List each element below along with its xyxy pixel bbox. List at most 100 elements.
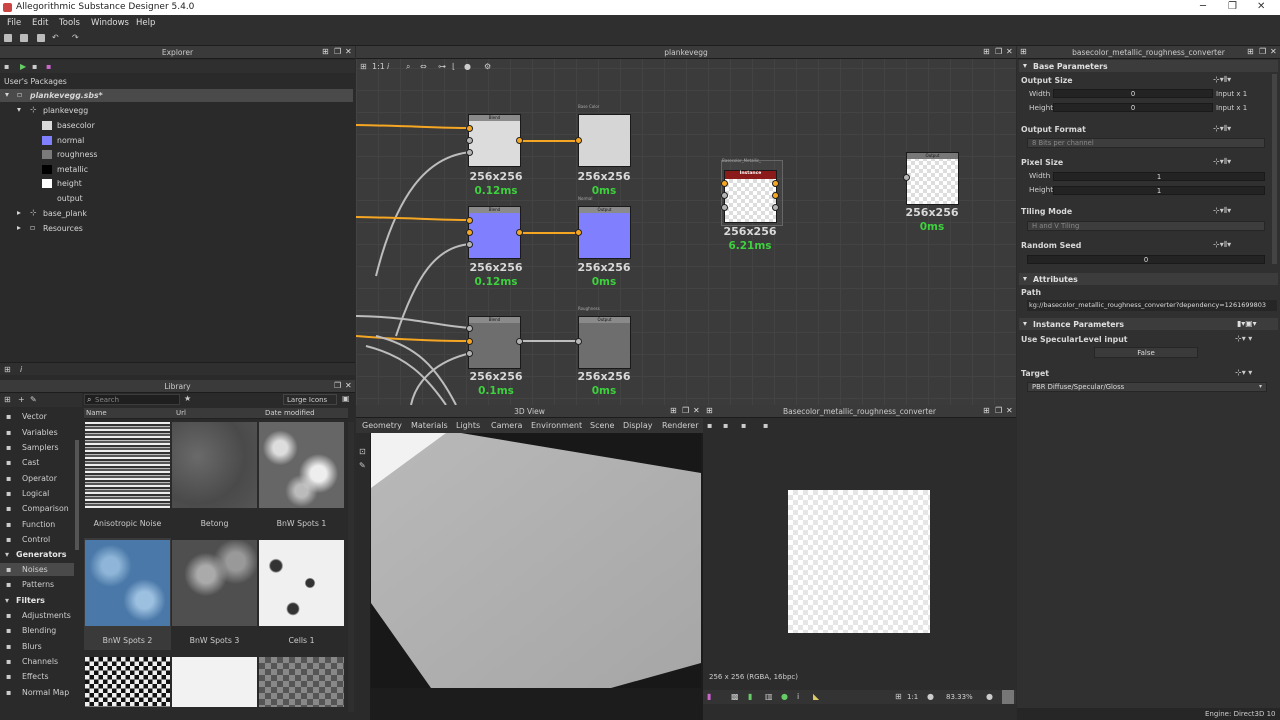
maximize-button[interactable]: ❐ xyxy=(1228,1,1237,12)
library-plus-icon[interactable]: + xyxy=(18,395,25,404)
output-basecolor[interactable]: basecolor xyxy=(57,121,95,135)
resources-expand-icon[interactable]: ▸ xyxy=(17,223,21,237)
view3d-light-icon[interactable]: ✎ xyxy=(359,461,366,470)
green-dot-icon[interactable]: ● xyxy=(781,692,788,701)
view3d-float-icon[interactable]: ❐ xyxy=(682,406,689,415)
port-in-8[interactable] xyxy=(903,174,910,181)
node-output-basecolor[interactable] xyxy=(578,114,631,167)
category-control[interactable]: Control xyxy=(22,535,50,544)
save-icon[interactable] xyxy=(37,34,45,42)
category-effects[interactable]: Effects xyxy=(22,672,49,681)
instance-params-tools-icon[interactable]: ▮▾▣▾ xyxy=(1237,319,1257,328)
view3d-menu-materials[interactable]: Materials xyxy=(411,421,448,430)
properties-float-icon[interactable]: ❐ xyxy=(1259,47,1266,56)
specular-toggle-button[interactable]: False xyxy=(1094,347,1198,358)
instance-parameters-section[interactable]: ▾ Instance Parameters ▮▾▣▾ xyxy=(1019,318,1278,330)
fit-view-icon[interactable]: ⊞ xyxy=(895,692,902,701)
base-params-collapse-icon[interactable]: ▾ xyxy=(1023,61,1027,70)
random-seed-slider[interactable]: 0 xyxy=(1027,255,1265,264)
category-adjustments[interactable]: Adjustments xyxy=(22,611,71,620)
info-toggle-icon[interactable]: i xyxy=(797,692,799,701)
play-icon[interactable]: ▶ xyxy=(20,62,26,71)
properties-close-icon[interactable]: ✕ xyxy=(1270,47,1277,56)
category-scrollbar[interactable] xyxy=(75,440,79,550)
output-width-slider[interactable]: 0 xyxy=(1053,89,1213,98)
new-icon[interactable] xyxy=(4,34,12,42)
attributes-collapse-icon[interactable]: ▾ xyxy=(1023,274,1027,283)
view-mode-icon[interactable]: ▣ xyxy=(342,394,350,403)
node-output-normal[interactable]: Output xyxy=(578,206,631,259)
category-operator[interactable]: Operator xyxy=(22,474,57,483)
view2d-close-icon[interactable]: ✕ xyxy=(1006,406,1013,415)
port-in-1c[interactable] xyxy=(466,149,473,156)
category-samplers[interactable]: Samplers xyxy=(22,443,59,452)
view3d-menu-display[interactable]: Display xyxy=(623,421,653,430)
tiling-mode-link-icon[interactable]: ⊹▾⫴▾ xyxy=(1213,206,1231,216)
menu-help[interactable]: Help xyxy=(136,18,155,28)
view2d-copy-icon[interactable]: ▪ xyxy=(741,421,746,430)
properties-pin-icon[interactable]: ⊞ xyxy=(1247,47,1254,56)
texture-preview[interactable] xyxy=(788,490,930,633)
view3d-viewport[interactable] xyxy=(371,433,701,688)
thumb-cells-1[interactable] xyxy=(259,540,344,626)
view2d-float-icon[interactable]: ❐ xyxy=(995,406,1002,415)
view3d-pin-icon[interactable]: ⊞ xyxy=(670,406,677,415)
port-in-5c[interactable] xyxy=(466,350,473,357)
view3d-select-icon[interactable]: ⊡ xyxy=(359,447,366,456)
port-out-7b[interactable] xyxy=(772,192,779,199)
thumb-bnw-spots-1[interactable] xyxy=(259,422,344,508)
port-in-1b[interactable] xyxy=(466,137,473,144)
library-close-icon[interactable]: ✕ xyxy=(345,381,352,390)
output-normal[interactable]: normal xyxy=(57,136,84,150)
node-output-final[interactable]: Output xyxy=(906,152,959,205)
col-date[interactable]: Date modified xyxy=(265,409,315,417)
filters-heading[interactable]: Filters xyxy=(16,596,45,605)
target-link-icon[interactable]: ⊹▾ ▾ xyxy=(1235,368,1252,377)
histogram-icon[interactable]: ▥ xyxy=(765,692,773,701)
port-in-5a[interactable] xyxy=(466,325,473,332)
generators-expand-icon[interactable]: ▾ xyxy=(5,550,9,559)
add-graph-icon[interactable]: ▪ xyxy=(32,62,37,71)
view2d-grid-icon[interactable]: ▪ xyxy=(763,421,768,430)
graph-name[interactable]: plankevegg xyxy=(43,106,88,120)
menu-tools[interactable]: Tools xyxy=(59,18,80,28)
target-dropdown-icon[interactable]: ▾ xyxy=(1259,383,1262,390)
port-out-3[interactable] xyxy=(516,229,523,236)
category-cast[interactable]: Cast xyxy=(22,458,39,467)
view2d-export-icon[interactable]: ▪ xyxy=(723,421,728,430)
generators-heading[interactable]: Generators xyxy=(16,550,66,559)
minimize-button[interactable]: ─ xyxy=(1200,1,1206,12)
base-parameters-section[interactable]: ▾ Base Parameters xyxy=(1019,60,1278,72)
view3d-close-icon[interactable]: ✕ xyxy=(693,406,700,415)
node-converter-instance[interactable]: Instance xyxy=(724,170,777,223)
thumb-betong[interactable] xyxy=(172,422,257,508)
category-variables[interactable]: Variables xyxy=(22,428,58,437)
category-blurs[interactable]: Blurs xyxy=(22,642,42,651)
package-expand-icon[interactable]: ▾ xyxy=(5,90,9,104)
node-blend-roughness[interactable]: Blend xyxy=(468,316,521,369)
node-output-roughness[interactable]: Output xyxy=(578,316,631,369)
port-out-5[interactable] xyxy=(516,338,523,345)
thumb-bnw-spots-2[interactable] xyxy=(85,540,170,626)
port-in-7b[interactable] xyxy=(721,192,728,199)
category-comparison[interactable]: Comparison xyxy=(22,504,69,513)
menu-windows[interactable]: Windows xyxy=(91,18,129,28)
favorite-star-icon[interactable]: ★ xyxy=(184,394,191,403)
float-icon[interactable]: ❐ xyxy=(334,47,341,56)
attributes-section[interactable]: ▾ Attributes xyxy=(1019,273,1278,285)
view3d-menu-environment[interactable]: Environment xyxy=(531,421,582,430)
category-function[interactable]: Function xyxy=(22,520,55,529)
base-plank-expand-icon[interactable]: ▸ xyxy=(17,208,21,222)
output-format-select[interactable]: 8 Bits per channel xyxy=(1027,138,1265,148)
pixel-width-slider[interactable]: 1 xyxy=(1053,172,1265,181)
explorer-tab-icon[interactable]: ⊞ xyxy=(4,365,11,374)
view3d-menu-lights[interactable]: Lights xyxy=(456,421,480,430)
output-item[interactable]: output xyxy=(57,194,83,208)
menu-edit[interactable]: Edit xyxy=(32,18,48,28)
view2d-pin-icon[interactable]: ⊞ xyxy=(983,406,990,415)
new-package-icon[interactable]: ▪ xyxy=(4,62,9,71)
category-normal-map[interactable]: Normal Map xyxy=(22,688,69,697)
category-patterns[interactable]: Patterns xyxy=(22,580,54,589)
zoom-out-icon[interactable]: ● xyxy=(927,692,934,701)
random-seed-link-icon[interactable]: ⊹▾⫴▾ xyxy=(1213,240,1231,250)
